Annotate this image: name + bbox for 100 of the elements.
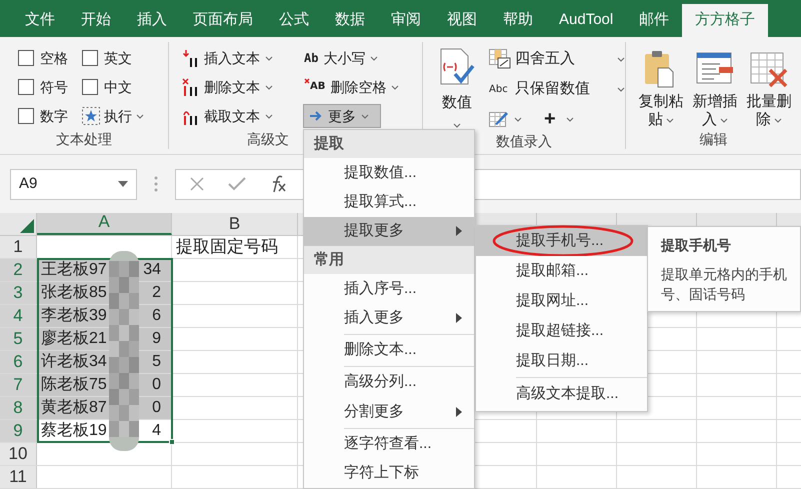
menu-item[interactable]: 逐字符查看... — [304, 429, 474, 459]
menu-item[interactable]: 提取手机号... — [476, 226, 647, 256]
ribbon-button[interactable]: Ab 大小写 — [303, 46, 380, 70]
name-box[interactable]: A9 — [10, 168, 137, 200]
ribbon-tab[interactable]: 插入 — [124, 4, 180, 37]
cell-text: 34 — [143, 260, 162, 280]
row-header[interactable]: 6 — [0, 351, 37, 373]
cross-icon — [304, 78, 310, 84]
group-label: 编辑 — [700, 131, 728, 147]
case-icon: Ab — [304, 49, 318, 67]
ribbon-tab[interactable]: 页面布局 — [180, 4, 266, 37]
row-header[interactable]: 1 — [0, 236, 37, 258]
row-header[interactable]: 7 — [0, 374, 37, 396]
menu-item[interactable]: 高级文本提取... — [476, 379, 647, 409]
caret-icon — [370, 56, 378, 60]
ribbon-tab[interactable]: 文件 — [12, 4, 68, 37]
caret-icon — [514, 116, 522, 122]
checkbox[interactable]: 英文 — [82, 47, 162, 69]
menu-item[interactable]: 提取数值... — [304, 158, 474, 188]
caret-icon — [265, 114, 273, 118]
cell-text: 9 — [152, 329, 162, 349]
caret-icon — [617, 56, 625, 62]
select-all-icon — [20, 219, 34, 233]
ribbon-tab[interactable]: 公式 — [266, 4, 322, 37]
caret-icon — [453, 122, 461, 128]
submenu-item[interactable]: 提取更多 — [304, 216, 474, 246]
submenu-item[interactable]: 分割更多 — [304, 397, 474, 426]
cell-text: 提取固定号码 — [175, 236, 278, 258]
checkbox[interactable]: 数字 — [18, 105, 82, 127]
row-header[interactable]: 2 — [0, 259, 37, 281]
ribbon-tab[interactable]: 数据 — [322, 4, 378, 37]
close-icon — [190, 177, 204, 191]
dropdown-icon — [118, 181, 128, 187]
ribbon-button[interactable]: 批量删 除 — [744, 50, 794, 129]
cell-text: 陈老板75 — [41, 374, 107, 395]
trim-icon: AB — [304, 78, 326, 96]
ribbon-button[interactable]: 新增插 入 — [690, 50, 740, 129]
ribbon-tab[interactable]: 开始 — [68, 4, 124, 37]
menu-item[interactable]: 提取邮箱... — [476, 256, 647, 286]
ribbon-button[interactable]: AB 删除空格 — [303, 75, 400, 99]
menu-item[interactable]: 字符上下标 — [304, 458, 474, 488]
edit-table-button[interactable] — [489, 110, 522, 128]
caret-icon — [391, 84, 400, 90]
menu-item[interactable]: 提取日期... — [476, 346, 647, 376]
menu-item[interactable]: 提取超链接... — [476, 316, 647, 346]
menu-item[interactable]: 插入序号... — [304, 274, 474, 304]
caret-icon — [774, 118, 782, 122]
caret-icon — [136, 114, 144, 118]
cell-text: 王老板97 — [41, 260, 107, 280]
column-header[interactable]: A — [37, 213, 172, 235]
menu-item[interactable]: 提取算式... — [304, 188, 474, 217]
ribbon-button[interactable]: 复制粘 贴 — [636, 50, 686, 129]
cell-text: 许老板34 — [41, 352, 107, 372]
ribbon-tab[interactable]: 视图 — [434, 4, 490, 37]
row-header[interactable]: 11 — [0, 466, 37, 488]
numeric-button[interactable]: 数值 — [431, 42, 483, 131]
ribbon-button[interactable]: Abc 只保留数值 — [489, 77, 625, 101]
cell-text: 0 — [152, 375, 162, 395]
cell-text: 6 — [152, 306, 162, 326]
plus-button[interactable]: + — [544, 109, 574, 129]
ribbon-button[interactable]: 更多 — [303, 104, 381, 128]
ribbon-tab[interactable]: AudTool — [546, 4, 626, 37]
submenu-item[interactable]: 插入更多 — [304, 304, 474, 333]
ribbon-button[interactable]: 截取文本 — [181, 104, 274, 128]
ribbon-tab[interactable]: 方方格子 — [682, 4, 768, 37]
text-cursor-icon — [182, 48, 199, 68]
row-header[interactable]: 9 — [0, 420, 37, 442]
cell-text: 蔡老板19 — [41, 420, 107, 441]
row-header[interactable]: 5 — [0, 328, 37, 350]
group-label: 数值录入 — [496, 133, 552, 149]
text-cursor-icon — [182, 78, 199, 96]
letters-icon: Abc — [489, 82, 511, 96]
checkbox[interactable]: 符号 — [18, 76, 82, 98]
menu-item[interactable]: 高级分列... — [304, 368, 474, 398]
ribbon-tab[interactable]: 审阅 — [378, 4, 434, 37]
group-label: 高级文 — [247, 131, 289, 147]
ribbon-button[interactable]: 四舍五入 — [489, 47, 625, 71]
menu-item[interactable]: 删除文本... — [304, 336, 474, 366]
table-percent-icon — [489, 49, 511, 69]
caret-icon — [361, 114, 369, 118]
check-icon — [228, 177, 246, 191]
tooltip-text: 提取单元格内的手机号、固话号码 — [661, 265, 788, 304]
menu-header: 常用 — [304, 246, 474, 274]
row-header[interactable]: 4 — [0, 305, 37, 327]
column-header[interactable]: B — [172, 213, 298, 235]
row-header[interactable]: 8 — [0, 397, 37, 419]
checkbox[interactable]: 空格 — [18, 47, 82, 69]
ribbon-button[interactable]: 插入文本 — [181, 46, 274, 70]
ribbon-tab[interactable]: 帮助 — [490, 4, 546, 37]
ribbon-tab[interactable]: 邮件 — [626, 4, 682, 37]
ribbon-button[interactable]: 删除文本 — [181, 75, 274, 99]
grip-icon — [154, 176, 158, 192]
cell-text: 0 — [152, 398, 162, 418]
document-check-icon — [439, 48, 475, 86]
menu-item[interactable]: 提取网址... — [476, 286, 647, 316]
run-button[interactable]: 执行 — [82, 105, 162, 127]
tooltip-title: 提取手机号 — [661, 236, 732, 255]
checkbox[interactable]: 中文 — [82, 76, 162, 98]
row-header[interactable]: 10 — [0, 443, 37, 465]
row-header[interactable]: 3 — [0, 282, 37, 304]
